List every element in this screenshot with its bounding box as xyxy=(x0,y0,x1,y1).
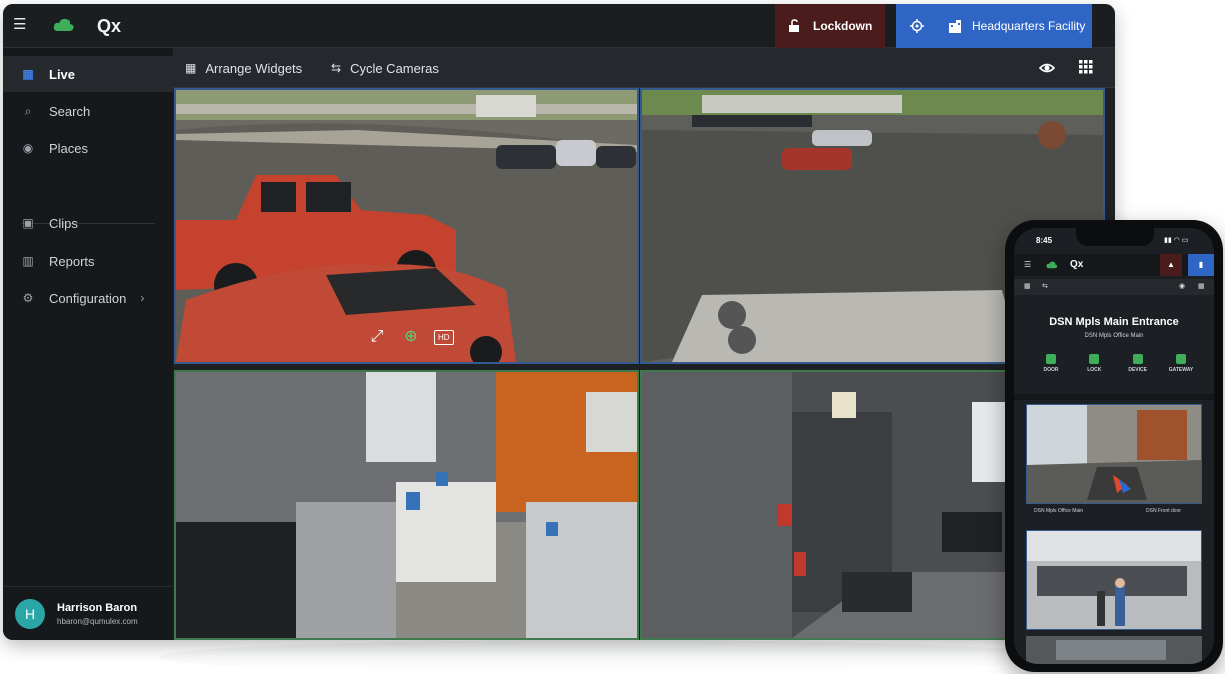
cycle-icon: ⇆ xyxy=(331,61,342,75)
camera-feed-image xyxy=(1027,531,1201,629)
gear-icon: ⚙ xyxy=(22,291,34,305)
mobile-camera-lobby[interactable] xyxy=(1026,404,1202,504)
stage: ☰ Qx Lockdown Headquarters Facility ▦ Li… xyxy=(0,0,1225,674)
search-icon: ⌕ xyxy=(24,104,32,118)
eye-icon[interactable]: ◉ xyxy=(1179,282,1185,290)
sidebar-item-label: Places xyxy=(49,140,89,156)
camera-feed-image xyxy=(176,90,637,362)
sidebar-item-label: Search xyxy=(49,103,91,119)
mobile-camera-office[interactable] xyxy=(1026,530,1202,630)
desktop-app-window: ☰ Qx Lockdown Headquarters Facility ▦ Li… xyxy=(3,4,1115,640)
action-label: DOOR xyxy=(1043,367,1059,373)
sidebar-item-search[interactable]: ⌕ Search xyxy=(3,93,173,129)
avatar: H xyxy=(15,598,45,629)
arrange-widgets-button[interactable]: ▦ Arrange Widgets xyxy=(185,48,302,88)
facility-label: Headquarters Facility xyxy=(972,19,1086,33)
sidebar-item-label: Configuration xyxy=(49,290,127,306)
divider xyxy=(1014,394,1214,400)
cycle-cameras-label: Cycle Cameras xyxy=(350,60,439,76)
phone-notch xyxy=(1076,228,1154,246)
eye-icon[interactable] xyxy=(1039,60,1055,76)
door-action-button[interactable]: DOOR xyxy=(1036,354,1066,373)
cloud-icon xyxy=(53,18,74,31)
grid-view-icon[interactable]: ▦ xyxy=(1198,282,1205,290)
sidebar-item-reports[interactable]: ▥ Reports xyxy=(3,243,173,279)
signal-battery-icon: ▮▮ ◠ ▭ xyxy=(1164,237,1189,244)
sidebar: ▦ Live ⌕ Search ◉ Places ▣ Clips ▥ Repor… xyxy=(3,48,173,640)
camera-feed-image xyxy=(1026,636,1202,664)
device-icon xyxy=(1132,354,1143,364)
lock-action-button[interactable]: LOCK xyxy=(1079,354,1109,373)
camera-caption-name: DSN Front door xyxy=(1146,508,1182,514)
unlock-icon[interactable]: ▲ xyxy=(1160,254,1182,276)
action-label: DEVICE xyxy=(1128,367,1147,373)
camera-caption-location: DSN Mpls Office Main xyxy=(1034,508,1084,514)
arrange-widgets-label: Arrange Widgets xyxy=(205,60,303,76)
gateway-action-button[interactable]: GATEWAY xyxy=(1166,354,1196,373)
camera-feed-image xyxy=(176,372,637,638)
camera-controls: ⤢ ⊕ HD xyxy=(366,326,454,348)
zoom-icon[interactable]: ⊕ xyxy=(400,326,422,348)
top-bar: ☰ Qx Lockdown Headquarters Facility xyxy=(3,4,1115,48)
action-label: GATEWAY xyxy=(1168,367,1194,373)
action-label: LOCK xyxy=(1087,367,1102,373)
app-logo: Qx xyxy=(1070,259,1084,270)
door-title: DSN Mpls Main Entrance xyxy=(1049,316,1179,328)
bar-chart-icon: ▥ xyxy=(22,254,34,268)
door-location: DSN Mpls Office Main xyxy=(1084,333,1144,339)
toolbar: ▦ Arrange Widgets ⇆ Cycle Cameras xyxy=(173,48,1115,88)
building-icon[interactable]: ▮ xyxy=(1188,254,1214,276)
camera-tile-workshop[interactable] xyxy=(174,370,639,640)
mobile-screen: 8:45 ▮▮ ◠ ▭ ☰ Qx ▲ ▮ ▦ ⇆ ◉ ▦ DSN Mpls Ma… xyxy=(1014,228,1214,664)
grid-view-icon[interactable] xyxy=(1079,60,1093,74)
mobile-top-bar: ☰ Qx ▲ ▮ xyxy=(1014,254,1214,276)
camera-tile-parking-lot-1[interactable]: ⤢ ⊕ HD xyxy=(174,88,639,364)
door-icon xyxy=(1046,354,1056,364)
device-action-button[interactable]: DEVICE xyxy=(1123,354,1153,373)
chevron-right-icon: › xyxy=(140,291,145,305)
building-icon xyxy=(949,20,961,33)
app-logo: Qx xyxy=(97,16,122,36)
hd-badge[interactable]: HD xyxy=(434,329,454,345)
sidebar-item-label: Clips xyxy=(49,215,78,231)
cycle-icon[interactable]: ⇆ xyxy=(1042,282,1048,290)
user-name: Harrison Baron xyxy=(57,601,138,614)
sidebar-item-clips[interactable]: ▣ Clips xyxy=(3,205,173,241)
grid-icon[interactable]: ▦ xyxy=(1024,282,1031,290)
mobile-camera-third[interactable] xyxy=(1026,636,1202,664)
cloud-icon xyxy=(1046,261,1058,269)
lockdown-button[interactable]: Lockdown xyxy=(775,4,885,48)
sidebar-item-label: Live xyxy=(49,66,76,82)
mobile-toolbar: ▦ ⇆ ◉ ▦ xyxy=(1014,279,1214,295)
door-actions: DOOR LOCK DEVICE GATEWAY xyxy=(1036,354,1196,373)
cycle-cameras-button[interactable]: ⇆ Cycle Cameras xyxy=(331,48,439,88)
menu-icon[interactable]: ☰ xyxy=(13,17,29,33)
user-email: hbaron@qumulex.com xyxy=(57,616,138,626)
mobile-device: 8:45 ▮▮ ◠ ▭ ☰ Qx ▲ ▮ ▦ ⇆ ◉ ▦ DSN Mpls Ma… xyxy=(1005,220,1223,672)
sidebar-item-live[interactable]: ▦ Live xyxy=(3,56,173,92)
fullscreen-icon[interactable]: ⤢ xyxy=(366,326,388,348)
floor-shadow xyxy=(160,640,1060,674)
camera-feed-image xyxy=(1027,405,1201,503)
clip-icon: ▣ xyxy=(22,216,34,230)
lock-icon xyxy=(1089,354,1100,364)
grid-icon: ▦ xyxy=(22,67,34,81)
menu-icon[interactable]: ☰ xyxy=(1024,260,1031,269)
sidebar-item-places[interactable]: ◉ Places xyxy=(3,130,173,166)
user-profile[interactable]: H Harrison Baron hbaron@qumulex.com xyxy=(3,586,173,640)
unlock-icon xyxy=(789,19,799,32)
phone-time: 8:45 xyxy=(1036,236,1053,245)
gateway-icon xyxy=(1175,354,1186,364)
lockdown-label: Lockdown xyxy=(813,19,873,33)
grid-icon: ▦ xyxy=(185,61,197,75)
facility-selector[interactable]: Headquarters Facility xyxy=(896,4,1092,48)
pin-icon: ◉ xyxy=(22,141,34,155)
target-icon xyxy=(910,19,924,33)
sidebar-item-configuration[interactable]: ⚙ Configuration › xyxy=(3,280,173,316)
sidebar-item-label: Reports xyxy=(49,253,95,269)
